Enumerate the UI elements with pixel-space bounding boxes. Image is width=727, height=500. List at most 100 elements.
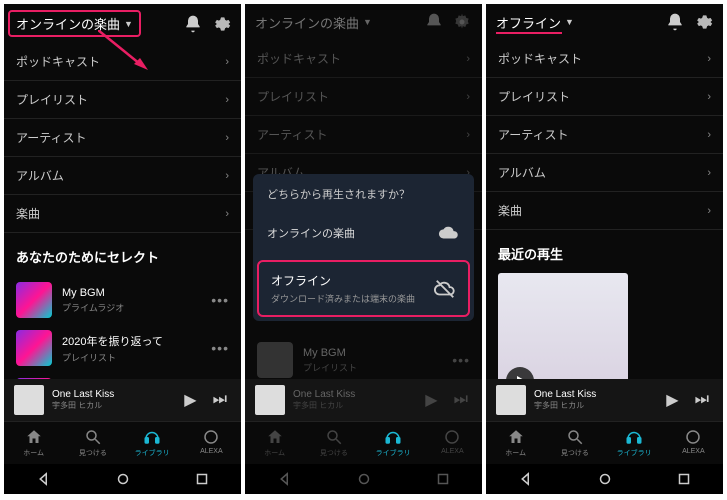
tab-library[interactable]: ライブラリ — [364, 422, 423, 464]
content: ポッドキャスト› プレイリスト› アーティスト› アルバム› 楽曲› 最近の再生… — [486, 40, 723, 379]
list-item: My BGMプレイリスト••• — [245, 336, 482, 379]
header-title: オンラインの楽曲 — [255, 13, 359, 32]
category-songs[interactable]: 楽曲› — [486, 192, 723, 230]
library-mode-dropdown[interactable]: オンラインの楽曲 ▼ — [255, 13, 372, 32]
category-playlist[interactable]: プレイリスト› — [4, 81, 241, 119]
tab-home[interactable]: ホーム — [486, 422, 545, 464]
section-title: 最近の再生 — [486, 230, 723, 273]
thumbnail — [16, 330, 52, 366]
android-nav — [4, 464, 241, 494]
tab-alexa[interactable]: ALEXA — [664, 422, 723, 464]
np-thumbnail — [255, 385, 285, 415]
list-item[interactable]: 2020年を振り返ってプレイリスト••• — [4, 324, 241, 372]
more-icon[interactable]: ••• — [211, 292, 229, 308]
album-card[interactable]: One Last Kiss ULTRA HD — [486, 273, 723, 379]
header-title: オフライン — [496, 13, 561, 32]
android-nav — [245, 464, 482, 494]
tab-find[interactable]: 見つける — [545, 422, 604, 464]
tab-home[interactable]: ホーム — [245, 422, 304, 464]
back-key[interactable] — [276, 470, 294, 488]
home-key[interactable] — [596, 470, 614, 488]
chevron-down-icon: ▼ — [363, 17, 372, 27]
bell-icon[interactable] — [183, 14, 203, 34]
list-item[interactable]: My BGMプライムラジオ••• — [4, 276, 241, 324]
chevron-right-icon: › — [225, 208, 229, 220]
chevron-down-icon: ▼ — [124, 19, 133, 29]
tab-find[interactable]: 見つける — [63, 422, 122, 464]
play-icon[interactable]: ▶ — [421, 390, 441, 410]
chevron-right-icon: › — [225, 94, 229, 106]
screen-3: オフライン ▼ ポッドキャスト› プレイリスト› アーティスト› アルバム› 楽… — [486, 4, 723, 494]
category-podcast: ポッドキャスト› — [245, 40, 482, 78]
play-icon[interactable]: ▶ — [662, 390, 682, 410]
back-key[interactable] — [517, 470, 535, 488]
tab-bar: ホーム 見つける ライブラリ ALEXA — [486, 421, 723, 464]
category-album[interactable]: アルバム› — [486, 154, 723, 192]
next-icon[interactable]: ⏭ — [450, 391, 472, 409]
thumbnail — [16, 282, 52, 318]
tab-alexa[interactable]: ALEXA — [423, 422, 482, 464]
chevron-down-icon: ▼ — [565, 17, 574, 27]
now-playing-bar[interactable]: One Last Kiss宇多田 ヒカル ▶ ⏭ — [4, 379, 241, 421]
category-artist[interactable]: アーティスト› — [486, 116, 723, 154]
recent-key[interactable] — [434, 470, 452, 488]
now-playing-bar[interactable]: One Last Kiss宇多田 ヒカル ▶ ⏭ — [486, 379, 723, 421]
category-artist: アーティスト› — [245, 116, 482, 154]
now-playing-bar[interactable]: One Last Kiss宇多田 ヒカル ▶ ⏭ — [245, 379, 482, 421]
category-artist[interactable]: アーティスト› — [4, 119, 241, 157]
tab-home[interactable]: ホーム — [4, 422, 63, 464]
content: ポッドキャスト› プレイリスト› アーティスト› アルバム› 楽曲› あなたのた… — [4, 43, 241, 379]
category-podcast[interactable]: ポッドキャスト› — [486, 40, 723, 78]
np-thumbnail — [496, 385, 526, 415]
library-mode-dropdown[interactable]: オンラインの楽曲 ▼ — [8, 10, 141, 37]
more-icon[interactable]: ••• — [211, 340, 229, 356]
option-offline[interactable]: オフライン ダウンロード済みまたは端末の楽曲 — [257, 260, 470, 317]
category-podcast[interactable]: ポッドキャスト› — [4, 43, 241, 81]
list-item[interactable]: My ディスカバリープレイリスト••• — [4, 372, 241, 379]
header: オンラインの楽曲 ▼ — [4, 4, 241, 43]
annotation-underline — [496, 32, 562, 34]
play-button[interactable] — [506, 367, 534, 379]
recent-key[interactable] — [675, 470, 693, 488]
screen-1: オンラインの楽曲 ▼ ポッドキャスト› プレイリスト› アーティスト› アルバム… — [4, 4, 241, 494]
header: オフライン ▼ — [486, 4, 723, 40]
sheet-title: どちらから再生されますか？ — [253, 174, 474, 210]
bell-icon[interactable] — [665, 12, 685, 32]
header-title: オンラインの楽曲 — [16, 14, 120, 33]
chevron-right-icon: › — [225, 170, 229, 182]
next-icon[interactable]: ⏭ — [209, 391, 231, 409]
cloud-icon — [438, 222, 460, 244]
header: オンラインの楽曲 ▼ — [245, 4, 482, 40]
library-mode-dropdown[interactable]: オフライン ▼ — [496, 13, 574, 32]
home-key[interactable] — [355, 470, 373, 488]
category-playlist[interactable]: プレイリスト› — [486, 78, 723, 116]
np-artist: 宇多田 ヒカル — [52, 400, 172, 411]
back-key[interactable] — [35, 470, 53, 488]
tab-library[interactable]: ライブラリ — [123, 422, 182, 464]
gear-icon[interactable] — [693, 12, 713, 32]
np-title: One Last Kiss — [52, 389, 172, 400]
tab-find[interactable]: 見つける — [304, 422, 363, 464]
gear-icon[interactable] — [452, 12, 472, 32]
tab-alexa[interactable]: ALEXA — [182, 422, 241, 464]
category-playlist: プレイリスト› — [245, 78, 482, 116]
chevron-right-icon: › — [225, 132, 229, 144]
mode-selector-sheet: どちらから再生されますか？ オンラインの楽曲 オフライン ダウンロード済みまたは… — [253, 174, 474, 321]
category-album[interactable]: アルバム› — [4, 157, 241, 195]
tab-bar: ホーム 見つける ライブラリ ALEXA — [245, 421, 482, 464]
category-songs[interactable]: 楽曲› — [4, 195, 241, 233]
tab-library[interactable]: ライブラリ — [605, 422, 664, 464]
play-icon[interactable]: ▶ — [180, 390, 200, 410]
home-key[interactable] — [114, 470, 132, 488]
chevron-right-icon: › — [225, 56, 229, 68]
album-art — [498, 273, 628, 379]
recent-key[interactable] — [193, 470, 211, 488]
option-online[interactable]: オンラインの楽曲 — [253, 210, 474, 256]
gear-icon[interactable] — [211, 14, 231, 34]
bell-icon[interactable] — [424, 12, 444, 32]
np-thumbnail — [14, 385, 44, 415]
tab-bar: ホーム 見つける ライブラリ ALEXA — [4, 421, 241, 464]
section-title: あなたのためにセレクト — [4, 233, 241, 276]
cloud-off-icon — [434, 278, 456, 300]
next-icon[interactable]: ⏭ — [691, 391, 713, 409]
